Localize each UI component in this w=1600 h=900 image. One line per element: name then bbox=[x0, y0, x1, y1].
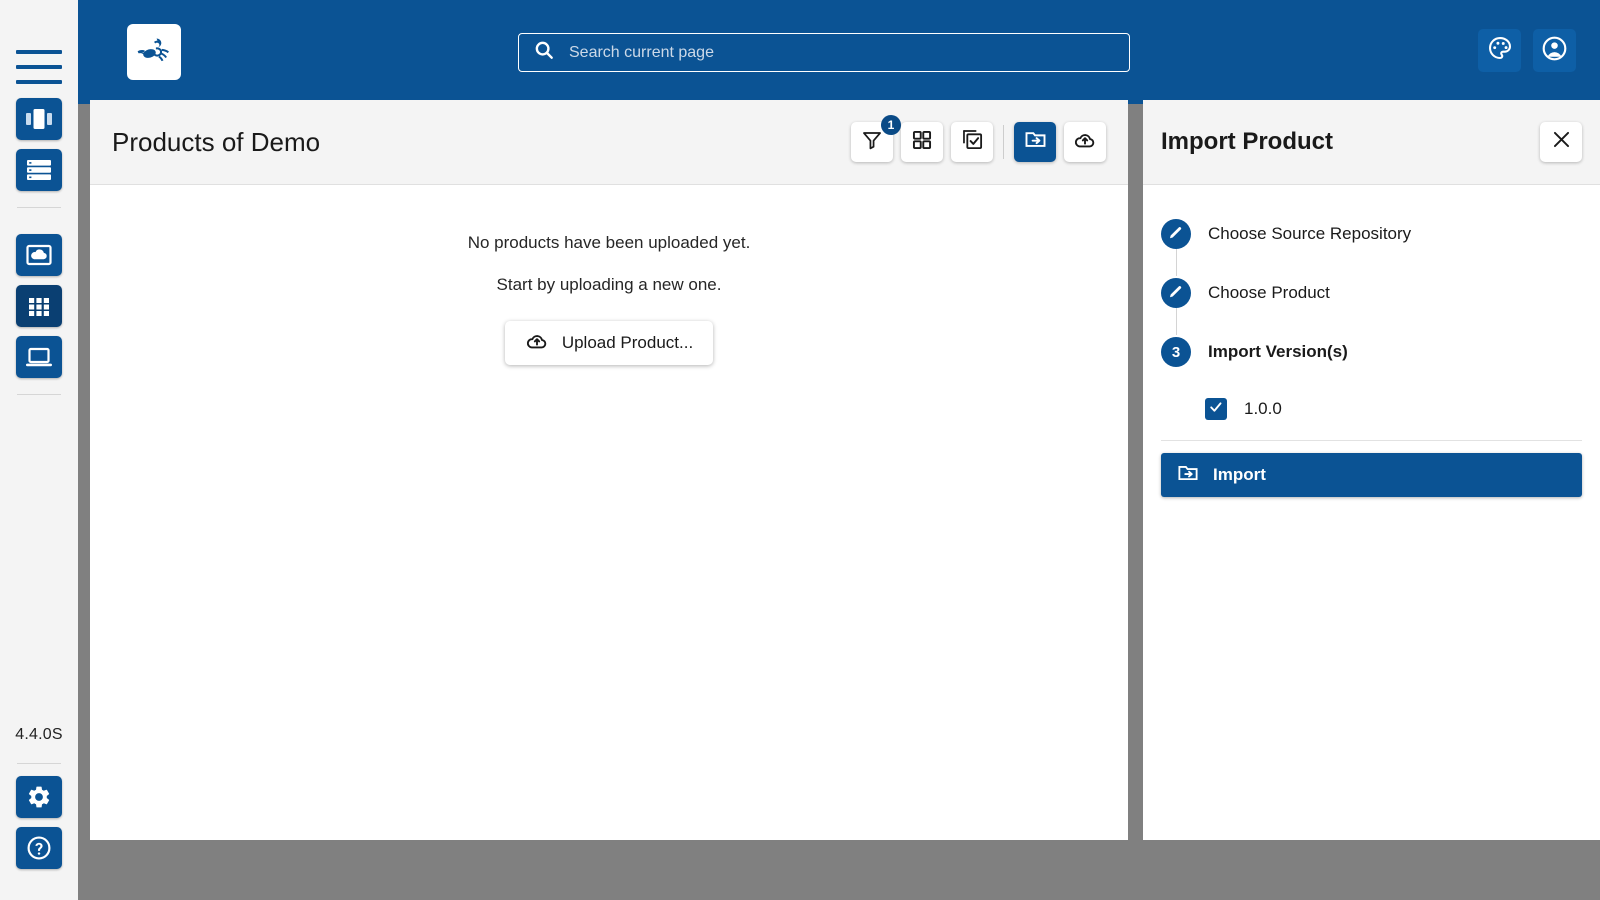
left-navigation-rail: 4.4.0S bbox=[0, 0, 78, 900]
grid-apps-icon bbox=[27, 294, 51, 318]
sidebar-item-repositories[interactable] bbox=[16, 234, 62, 276]
rail-group-secondary bbox=[16, 234, 62, 387]
filter-badge-count: 1 bbox=[881, 115, 901, 135]
filter-icon bbox=[861, 129, 883, 156]
sidebar-item-instances[interactable] bbox=[16, 336, 62, 378]
rail-divider bbox=[17, 207, 61, 208]
sidebar-item-help[interactable] bbox=[16, 827, 62, 869]
sidebar-item-settings[interactable] bbox=[16, 776, 62, 818]
products-panel-header: Products of Demo 1 bbox=[90, 100, 1128, 185]
folder-import-icon bbox=[1024, 128, 1047, 156]
tile-view-button[interactable] bbox=[901, 122, 943, 162]
grid-tiles-icon bbox=[911, 129, 933, 156]
hamburger-bar bbox=[16, 80, 62, 84]
top-app-bar bbox=[78, 0, 1600, 104]
step-connector bbox=[1175, 306, 1177, 335]
products-empty-state: No products have been uploaded yet. Star… bbox=[90, 185, 1128, 840]
palette-icon bbox=[1487, 35, 1513, 66]
rail-divider bbox=[17, 394, 61, 395]
products-toolbar: 1 bbox=[851, 115, 1106, 162]
toolbar-divider bbox=[1003, 125, 1004, 159]
version-label: 1.0.0 bbox=[1244, 399, 1282, 418]
search-input[interactable] bbox=[569, 43, 1129, 62]
app-version-label: 4.4.0S bbox=[15, 726, 63, 743]
upload-product-button[interactable]: Upload Product... bbox=[504, 321, 714, 365]
import-product-panel-header: Import Product bbox=[1143, 100, 1600, 185]
gear-icon bbox=[26, 784, 52, 810]
checkbox-stack-icon bbox=[961, 128, 984, 156]
sidebar-item-servers[interactable] bbox=[16, 149, 62, 191]
check-icon bbox=[1208, 399, 1224, 420]
search-icon bbox=[533, 39, 555, 66]
bee-logo-icon bbox=[127, 24, 181, 80]
pencil-icon bbox=[1168, 283, 1184, 303]
step-marker-edit[interactable] bbox=[1161, 219, 1191, 249]
panels-icon bbox=[26, 107, 52, 131]
pencil-icon bbox=[1168, 224, 1184, 244]
step-label: Choose Product bbox=[1208, 283, 1330, 302]
empty-state-line-1: No products have been uploaded yet. bbox=[467, 233, 751, 252]
bulk-select-button[interactable] bbox=[951, 122, 993, 162]
step-marker-number[interactable]: 3 bbox=[1161, 337, 1191, 367]
sidebar-item-products[interactable] bbox=[16, 285, 62, 327]
rail-group-primary bbox=[16, 98, 62, 200]
step-marker-edit[interactable] bbox=[1161, 278, 1191, 308]
page-title: Products of Demo bbox=[112, 126, 321, 157]
folder-import-icon bbox=[1177, 462, 1199, 489]
top-app-bar-actions bbox=[1478, 29, 1576, 72]
rail-divider bbox=[17, 763, 61, 764]
close-icon bbox=[1551, 129, 1572, 155]
server-list-icon bbox=[26, 158, 52, 182]
step-choose-source-repository[interactable]: Choose Source Repository bbox=[1161, 217, 1582, 276]
upload-product-button-label: Upload Product... bbox=[561, 333, 694, 352]
step-label: Import Version(s) bbox=[1208, 342, 1348, 361]
import-product-panel-body: Choose Source Repository Choose Product … bbox=[1143, 185, 1600, 840]
cloud-box-icon bbox=[26, 243, 52, 267]
user-account-icon bbox=[1541, 35, 1568, 67]
hamburger-bar bbox=[16, 65, 62, 69]
panel-divider bbox=[1161, 440, 1582, 441]
laptop-icon bbox=[25, 345, 53, 369]
hamburger-bar bbox=[16, 50, 62, 54]
empty-state-line-2: Start by uploading a new one. bbox=[496, 275, 722, 294]
rail-group-bottom bbox=[16, 776, 62, 900]
step-label: Choose Source Repository bbox=[1208, 224, 1412, 243]
step-connector bbox=[1175, 247, 1177, 276]
upload-product-toolbar-button[interactable] bbox=[1064, 122, 1106, 162]
application-window: 4.4.0S Search current page Products of D… bbox=[0, 0, 1600, 900]
import-submit-button-label: Import bbox=[1213, 465, 1266, 484]
search-box[interactable] bbox=[518, 33, 1130, 72]
import-product-button[interactable] bbox=[1014, 122, 1056, 162]
hamburger-menu-icon[interactable] bbox=[16, 50, 62, 84]
step-import-versions[interactable]: 3 Import Version(s) bbox=[1161, 335, 1582, 369]
import-submit-button[interactable]: Import bbox=[1161, 453, 1582, 497]
step-choose-product[interactable]: Choose Product bbox=[1161, 276, 1582, 335]
import-product-title: Import Product bbox=[1161, 128, 1333, 155]
version-checkbox[interactable] bbox=[1205, 398, 1227, 420]
close-panel-button[interactable] bbox=[1540, 122, 1582, 162]
account-button[interactable] bbox=[1533, 29, 1576, 72]
products-panel: Products of Demo 1 No products have been… bbox=[90, 100, 1128, 840]
import-product-panel: Import Product Choose Source Repository … bbox=[1143, 100, 1600, 840]
version-row[interactable]: 1.0.0 bbox=[1205, 394, 1582, 424]
help-circle-icon bbox=[26, 835, 52, 861]
filter-button[interactable]: 1 bbox=[851, 115, 901, 162]
cloud-upload-icon bbox=[525, 329, 549, 358]
theme-button[interactable] bbox=[1478, 29, 1521, 72]
sidebar-item-dashboard[interactable] bbox=[16, 98, 62, 140]
cloud-upload-icon bbox=[1073, 128, 1097, 157]
version-checkbox-list: 1.0.0 bbox=[1161, 394, 1582, 424]
